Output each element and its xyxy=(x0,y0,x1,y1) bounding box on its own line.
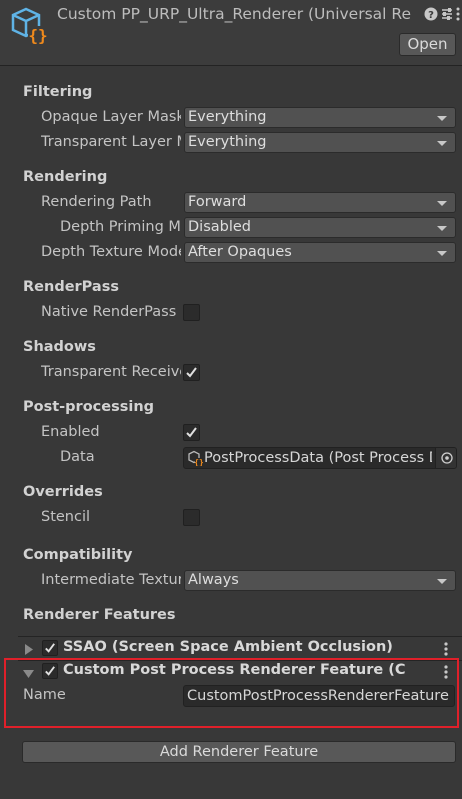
settings-sliders-icon[interactable] xyxy=(440,7,454,21)
svg-text:{}: {} xyxy=(28,26,47,45)
section-overrides: Overrides xyxy=(23,484,103,500)
section-filtering: Filtering xyxy=(23,84,93,100)
chevron-down-icon xyxy=(437,141,447,146)
intermediate-texture-dropdown[interactable]: Always xyxy=(184,570,456,591)
checkmark-icon xyxy=(186,367,197,378)
stencil-label: Stencil xyxy=(41,509,91,525)
depth-texture-mode-value: After Opaques xyxy=(188,244,292,260)
checkmark-icon xyxy=(186,427,197,438)
opaque-layer-mask-dropdown[interactable]: Everything xyxy=(184,107,456,128)
object-picker-button[interactable] xyxy=(435,448,456,468)
intermediate-texture-value: Always xyxy=(188,572,239,588)
ssao-enabled-checkbox[interactable] xyxy=(42,640,58,656)
rendering-path-label: Rendering Path xyxy=(41,194,152,210)
transparent-layer-mask-value: Everything xyxy=(188,134,267,150)
native-renderpass-checkbox[interactable] xyxy=(183,304,200,321)
renderer-feature-ssao[interactable]: SSAO (Screen Space Ambient Occlusion) xyxy=(18,638,462,660)
section-shadows: Shadows xyxy=(23,339,96,355)
depth-priming-value: Disabled xyxy=(188,219,251,235)
ssao-feature-title: SSAO (Screen Space Ambient Occlusion) xyxy=(63,639,393,655)
open-button[interactable]: Open xyxy=(399,33,456,56)
checkmark-icon xyxy=(45,643,55,653)
intermediate-texture-label: Intermediate Texture xyxy=(41,572,181,588)
post-processing-data-label: Data xyxy=(60,449,95,465)
object-picker-icon xyxy=(441,452,453,464)
section-rendering: Rendering xyxy=(23,169,108,185)
stencil-checkbox[interactable] xyxy=(183,509,200,526)
section-renderer-features: Renderer Features xyxy=(23,607,176,623)
transparent-receive-shadows-label: Transparent Receive Shadows xyxy=(41,364,181,380)
inspector-title: Custom PP_URP_Ultra_Renderer (Universal … xyxy=(57,5,412,23)
kebab-menu-icon[interactable] xyxy=(454,7,462,21)
depth-priming-label: Depth Priming Mode xyxy=(60,219,181,235)
opaque-layer-mask-label: Opaque Layer Mask xyxy=(41,109,181,125)
rendering-path-dropdown[interactable]: Forward xyxy=(184,192,456,213)
transparent-receive-shadows-checkbox[interactable] xyxy=(183,364,200,381)
svg-text:?: ? xyxy=(428,10,434,21)
chevron-down-icon xyxy=(437,201,447,206)
chevron-down-icon xyxy=(437,226,447,231)
post-process-data-value: PostProcessData (Post Process Data) xyxy=(204,450,432,466)
selection-highlight xyxy=(4,658,459,728)
section-compatibility: Compatibility xyxy=(23,547,133,563)
chevron-down-icon xyxy=(437,116,447,121)
depth-priming-dropdown[interactable]: Disabled xyxy=(184,217,456,238)
renderer-asset-icon: {} xyxy=(8,6,50,46)
add-renderer-feature-button[interactable]: Add Renderer Feature xyxy=(22,741,456,763)
native-renderpass-label: Native RenderPass xyxy=(41,304,177,320)
foldout-collapsed-icon[interactable] xyxy=(24,643,34,659)
post-process-data-asset-icon: {} xyxy=(187,450,204,467)
post-process-data-field[interactable]: {} PostProcessData (Post Process Data) xyxy=(183,447,457,469)
divider xyxy=(18,636,462,637)
transparent-layer-mask-label: Transparent Layer Mask xyxy=(41,134,181,150)
help-icon[interactable]: ? xyxy=(424,7,438,21)
svg-text:{}: {} xyxy=(194,458,203,466)
opaque-layer-mask-value: Everything xyxy=(188,109,267,125)
depth-texture-mode-dropdown[interactable]: After Opaques xyxy=(184,242,456,263)
chevron-down-icon xyxy=(437,251,447,256)
section-post-processing: Post-processing xyxy=(23,399,155,415)
post-processing-enabled-checkbox[interactable] xyxy=(183,424,200,441)
depth-texture-mode-label: Depth Texture Mode xyxy=(41,244,181,260)
transparent-layer-mask-dropdown[interactable]: Everything xyxy=(184,132,456,153)
rendering-path-value: Forward xyxy=(188,194,247,210)
chevron-down-icon xyxy=(437,579,447,584)
post-processing-enabled-label: Enabled xyxy=(41,424,100,440)
section-renderpass: RenderPass xyxy=(23,279,119,295)
